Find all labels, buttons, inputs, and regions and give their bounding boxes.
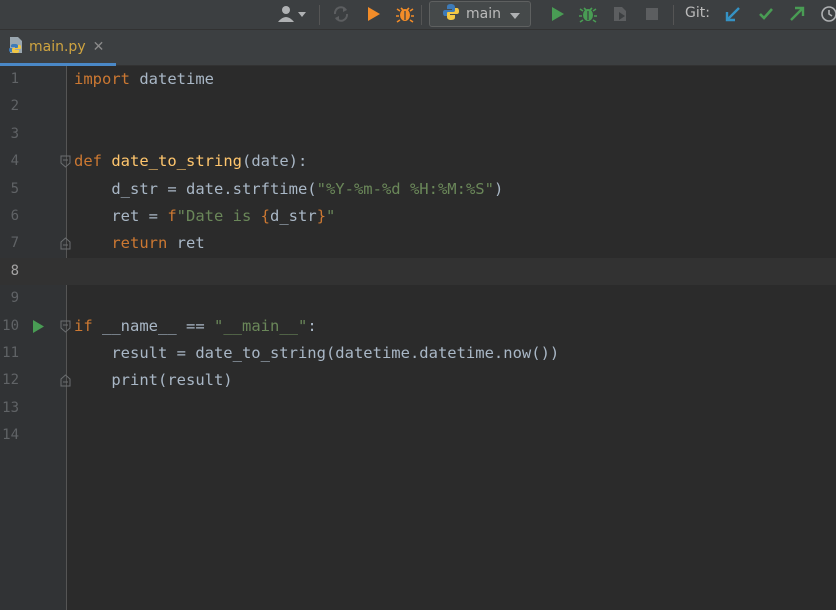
close-icon[interactable]: ✕	[93, 39, 105, 55]
run-icon[interactable]	[546, 3, 568, 25]
chevron-down-icon	[509, 5, 521, 24]
git-label: Git:	[685, 5, 710, 21]
code-token: "	[326, 207, 336, 225]
code-token: __name__ ==	[92, 316, 214, 335]
sync-icon[interactable]	[330, 3, 352, 25]
history-icon[interactable]	[818, 3, 836, 25]
code-token: :	[307, 316, 317, 335]
code-token: datetime	[130, 70, 214, 88]
code-token: ret =	[74, 207, 168, 225]
code-line[interactable]: 13	[0, 395, 836, 422]
code-line[interactable]: 9	[0, 285, 836, 312]
tab-main-py[interactable]: main.py ✕	[0, 30, 116, 66]
code-token: "__main__"	[214, 316, 308, 335]
line-number: 11	[2, 345, 19, 361]
run-configuration-name: main	[466, 6, 501, 22]
code-text: def date_to_string(date):	[74, 148, 307, 175]
fold-end-icon[interactable]	[60, 374, 71, 387]
line-number: 13	[2, 399, 19, 416]
coverage-icon[interactable]	[609, 3, 631, 25]
code-token: f	[167, 207, 177, 225]
toolbar-separator	[421, 5, 422, 25]
code-token: result = date_to_string(datetime.datetim…	[74, 344, 560, 362]
code-token: {	[260, 207, 271, 225]
code-token: )	[493, 179, 504, 198]
debug-icon[interactable]	[577, 3, 599, 25]
code-text: return ret	[74, 230, 205, 257]
main-toolbar: main Git:	[0, 0, 836, 30]
code-token: def	[74, 152, 102, 171]
fold-start-icon[interactable]	[60, 155, 71, 168]
fold-start-icon[interactable]	[60, 320, 71, 333]
code-line[interactable]: 8	[0, 258, 836, 285]
line-number: 6	[10, 208, 19, 224]
code-line[interactable]: 12 print(result)	[0, 367, 836, 394]
code-text: result = date_to_string(datetime.datetim…	[74, 340, 559, 367]
code-token: print(result)	[74, 371, 233, 390]
code-text: d_str = date.strftime("%Y-%m-%d %H:%M:%S…	[74, 176, 503, 203]
line-number: 7	[10, 235, 19, 252]
code-line[interactable]: 10 if __name__ == "__main__":	[0, 313, 836, 340]
run-icon[interactable]	[362, 3, 384, 25]
toolbar-separator	[319, 5, 320, 25]
code-token: d_str = date.strftime(	[74, 179, 317, 198]
code-token: (date):	[242, 152, 308, 171]
code-line[interactable]: 11 result = date_to_string(datetime.date…	[0, 340, 836, 367]
run-configuration-selector[interactable]: main	[429, 1, 531, 27]
run-gutter-icon[interactable]	[33, 319, 44, 333]
code-token: "Date is	[176, 207, 261, 225]
code-token: return	[111, 234, 168, 253]
code-text: if __name__ == "__main__":	[74, 313, 317, 340]
code-line[interactable]: 2	[0, 93, 836, 120]
stop-icon[interactable]	[641, 3, 663, 25]
code-text: import datetime	[74, 66, 214, 93]
line-number: 14	[2, 427, 19, 444]
python-file-icon	[8, 36, 24, 58]
line-number: 9	[10, 290, 19, 307]
code-line[interactable]: 7 return ret	[0, 230, 836, 257]
code-editor[interactable]: 1 import datetime 2 3 4 def date_to_string(da…	[0, 66, 836, 610]
debug-icon[interactable]	[394, 3, 416, 25]
code-token: "%Y-%m-%d %H:%M:%S"	[316, 179, 494, 198]
python-icon	[442, 3, 460, 25]
code-line[interactable]: 6 ret = f"Date is {d_str}"	[0, 203, 836, 230]
code-line[interactable]: 1 import datetime	[0, 66, 836, 93]
code-line[interactable]: 14	[0, 422, 836, 449]
line-number: 1	[10, 71, 19, 87]
git-commit-icon[interactable]	[755, 3, 777, 25]
git-update-icon[interactable]	[722, 3, 744, 25]
editor-tab-bar: main.py ✕	[0, 30, 836, 66]
code-text: print(result)	[74, 367, 233, 394]
line-number: 4	[10, 153, 19, 170]
line-number: 8	[10, 262, 19, 279]
code-text: ret = f"Date is {d_str}"	[74, 203, 335, 230]
code-line[interactable]: 4 def date_to_string(date):	[0, 148, 836, 175]
line-number: 10	[2, 317, 19, 334]
user-icon[interactable]	[276, 3, 310, 25]
tab-label: main.py	[29, 38, 86, 55]
code-token: }	[316, 207, 327, 225]
fold-end-icon[interactable]	[60, 237, 71, 250]
line-number: 3	[10, 125, 19, 142]
line-number: 5	[10, 180, 19, 197]
code-token: d_str	[270, 207, 317, 225]
git-push-icon[interactable]	[786, 3, 808, 25]
code-token: date_to_string	[111, 152, 242, 171]
line-number: 12	[2, 372, 19, 389]
code-line[interactable]: 3	[0, 121, 836, 148]
code-token: if	[74, 316, 93, 335]
code-line[interactable]: 5 d_str = date.strftime("%Y-%m-%d %H:%M:…	[0, 176, 836, 203]
toolbar-separator	[673, 5, 674, 25]
code-token: ret	[167, 234, 205, 253]
line-number: 2	[10, 98, 19, 115]
code-token: import	[74, 70, 130, 88]
